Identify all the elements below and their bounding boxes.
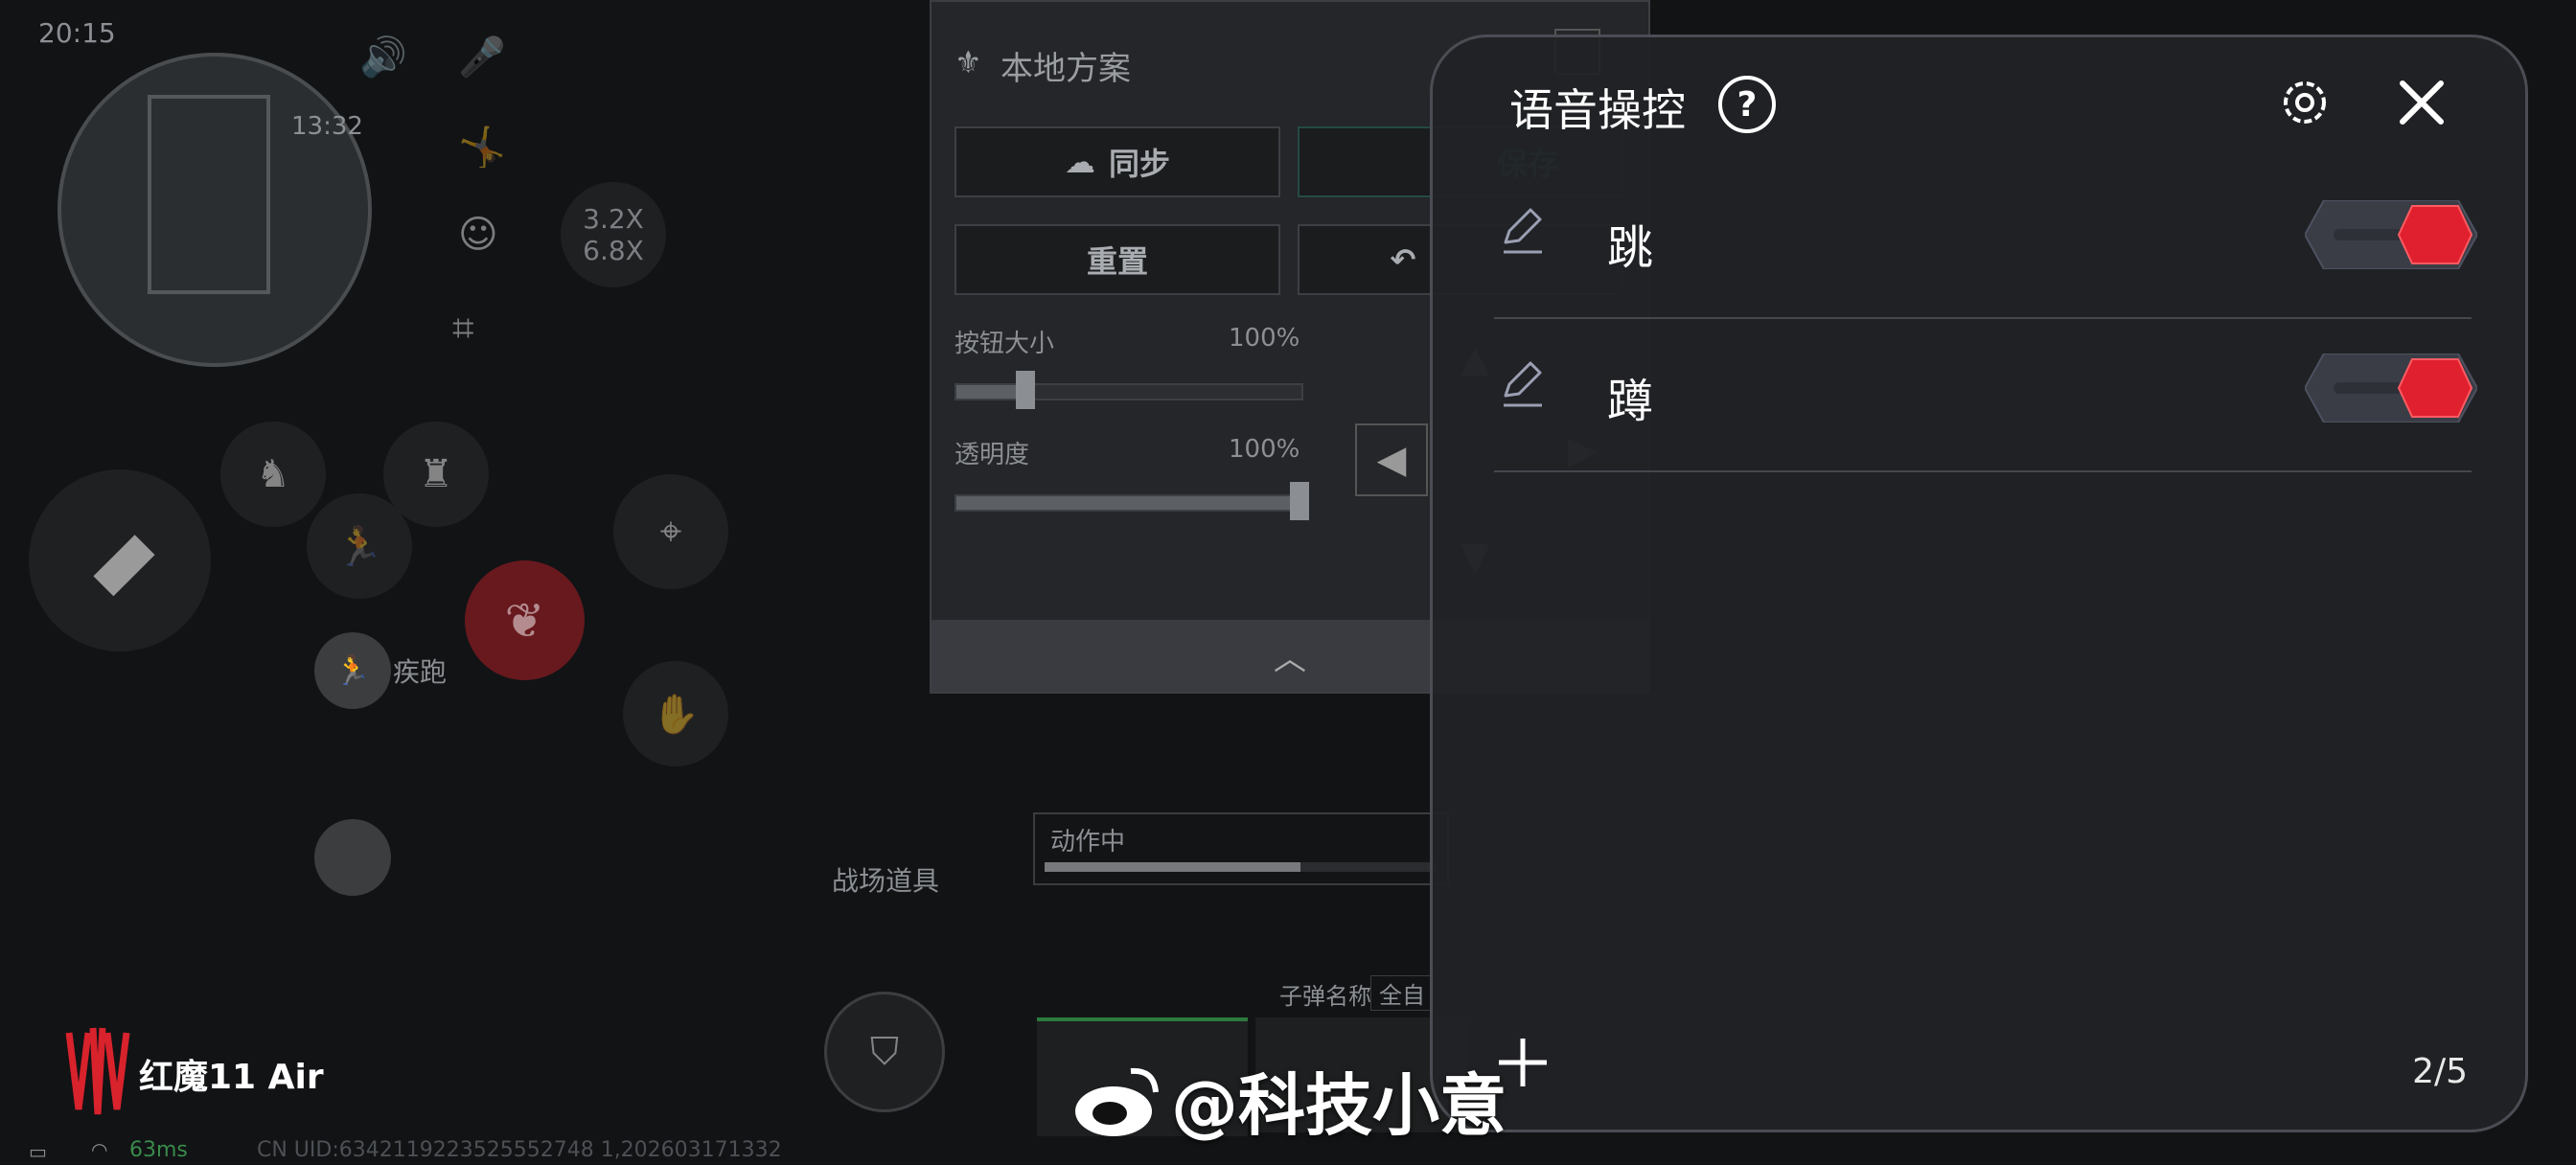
- voice-panel-title: 语音操控: [1509, 84, 1686, 136]
- sync-button[interactable]: ☁ 同步: [954, 126, 1280, 197]
- opacity-slider[interactable]: [954, 482, 1309, 520]
- page-indicator: 2/5: [2412, 1052, 2468, 1091]
- action-progress: [1045, 862, 1438, 872]
- crouch-soldier-icon: ♞: [256, 452, 290, 496]
- brand-logo: [59, 1023, 136, 1119]
- uid-text: CN UID:6342119223525552748 1,20260317133…: [257, 1138, 782, 1162]
- zoom-level-a: 3.2X: [583, 203, 644, 235]
- nudge-left-button[interactable]: ◀: [1355, 423, 1428, 496]
- sprint-icon: 🏃: [334, 653, 371, 688]
- lung-button[interactable]: ❦: [465, 560, 585, 680]
- minimap-timer: 13:32: [291, 112, 363, 141]
- hand-icon: ✋: [652, 692, 700, 737]
- undo-icon: ↶: [1390, 241, 1416, 278]
- voice-command-row[interactable]: 跳: [1433, 199, 2525, 296]
- fire-mode-select[interactable]: 全自: [1370, 975, 1434, 1011]
- run-button[interactable]: 🏃: [307, 493, 412, 599]
- size-slider[interactable]: [954, 371, 1303, 409]
- crouch-stance-button[interactable]: ♞: [220, 422, 326, 527]
- sprint-label: 疾跑: [393, 656, 448, 688]
- voice-command-label: 蹲: [1607, 375, 1654, 428]
- voice-command-toggle[interactable]: [2303, 199, 2479, 270]
- wifi-icon: ◠: [91, 1138, 108, 1161]
- rank-chevron-icon: ⛉: [870, 1030, 899, 1074]
- close-icon[interactable]: [2393, 74, 2450, 131]
- opacity-slider-fill: [956, 496, 1301, 510]
- ping-text: 63ms: [129, 1138, 188, 1162]
- redmagic-logo-icon: [65, 1027, 130, 1115]
- crosshair-icon: ⌖: [659, 510, 682, 554]
- chevron-up-icon: ︿: [1274, 640, 1306, 678]
- weibo-icon: [1075, 1067, 1159, 1136]
- fire-button[interactable]: ▬: [29, 469, 211, 651]
- voice-command-row[interactable]: 蹲: [1433, 353, 2525, 449]
- watermark-text: @科技小意: [1171, 1066, 1506, 1145]
- aim-soldier-icon: ♜: [419, 452, 453, 496]
- battery-icon: ▭: [29, 1140, 47, 1163]
- joystick[interactable]: [314, 819, 391, 896]
- scheme-title: 本地方案: [1000, 50, 1131, 88]
- bullet-icon: ▬: [62, 503, 177, 618]
- action-label: 动作中: [1050, 828, 1126, 857]
- settings-gear-icon[interactable]: [2276, 74, 2334, 131]
- scheme-icon: ⚜: [954, 44, 982, 80]
- grab-button[interactable]: ✋: [623, 661, 728, 766]
- row-divider: [1494, 317, 2472, 319]
- opacity-label: 透明度: [954, 441, 1030, 469]
- emote-icon[interactable]: ☺: [458, 213, 498, 257]
- scope-button[interactable]: ⌖: [613, 474, 728, 589]
- speaker-icon[interactable]: 🔊: [359, 34, 407, 80]
- battlefield-items-label[interactable]: 战场道具: [832, 860, 939, 899]
- edit-pencil-icon[interactable]: [1496, 357, 1550, 415]
- minimap[interactable]: 13:32: [58, 53, 372, 367]
- weibo-logo: [1071, 1063, 1162, 1140]
- brand-name: 红魔11 Air: [139, 1058, 324, 1097]
- lungs-icon: ❦: [504, 592, 545, 649]
- size-value: 100%: [1229, 324, 1300, 353]
- bullet-name-label: 子弹名称: [1279, 983, 1371, 1010]
- mic-icon[interactable]: 🎤: [458, 34, 506, 80]
- sync-label: 同步: [1108, 146, 1170, 182]
- voice-control-panel: 语音操控 ? 跳 蹲 2/5: [1430, 34, 2528, 1132]
- row-divider: [1494, 470, 2472, 472]
- reset-label: 重置: [1086, 243, 1148, 280]
- minimap-building: [148, 95, 270, 294]
- voice-command-toggle[interactable]: [2303, 353, 2479, 423]
- size-label: 按钮大小: [954, 330, 1055, 358]
- opacity-slider-knob[interactable]: [1290, 482, 1309, 520]
- size-slider-knob[interactable]: [1016, 371, 1035, 409]
- rank-emblem[interactable]: ⛉: [824, 992, 945, 1112]
- action-status: 动作中: [1033, 812, 1449, 885]
- zoom-level-b: 6.8X: [583, 235, 644, 266]
- reset-button[interactable]: 重置: [954, 224, 1280, 295]
- sprint-button[interactable]: 🏃: [314, 632, 391, 709]
- zoom-indicator[interactable]: 3.2X 6.8X: [561, 182, 666, 287]
- help-icon[interactable]: ?: [1718, 76, 1776, 133]
- binoculars-icon[interactable]: ⌗: [452, 307, 474, 351]
- sync-cloud-icon: ☁: [1064, 144, 1095, 180]
- status-time: 20:15: [38, 17, 116, 49]
- action-progress-fill: [1045, 862, 1300, 872]
- opacity-value: 100%: [1229, 435, 1300, 464]
- running-icon: 🏃: [335, 524, 383, 569]
- edit-pencil-icon[interactable]: [1496, 204, 1550, 262]
- jump-pose-icon[interactable]: 🤸: [458, 125, 506, 170]
- voice-command-label: 跳: [1607, 221, 1654, 275]
